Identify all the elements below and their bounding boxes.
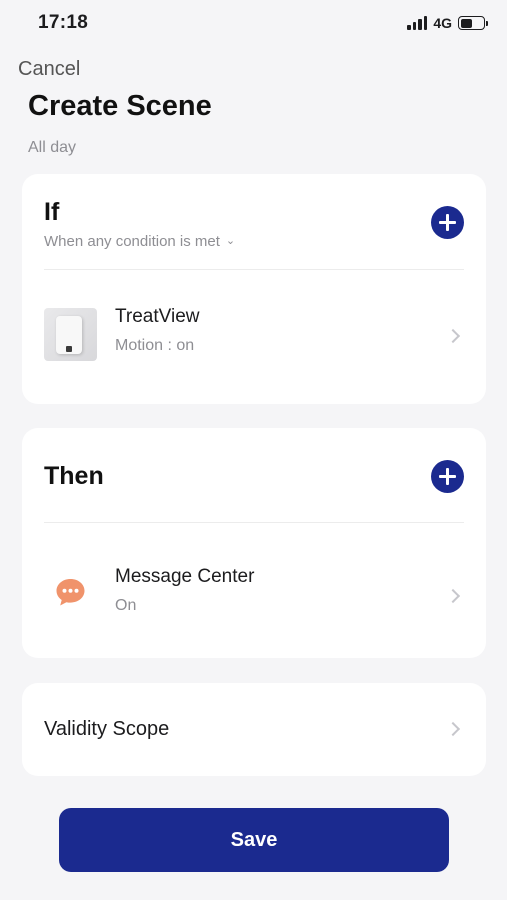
- chevron-down-icon: ⌄: [225, 235, 236, 247]
- validity-scope-label: Validity Scope: [44, 718, 170, 740]
- status-indicators: 4G: [407, 14, 488, 32]
- if-heading: If: [44, 198, 60, 226]
- divider: [44, 269, 464, 270]
- divider: [44, 522, 464, 523]
- action-name: Message Center: [115, 566, 255, 587]
- add-condition-button[interactable]: [431, 206, 464, 239]
- if-card: If When any condition is met ⌄ TreatView…: [22, 174, 486, 404]
- condition-item[interactable]: TreatView Motion : on: [22, 294, 486, 374]
- status-bar: 17:18 4G: [0, 0, 507, 46]
- then-heading: Then: [44, 462, 104, 490]
- add-action-button[interactable]: [431, 460, 464, 493]
- chevron-right-icon: [445, 588, 461, 604]
- device-thumbnail-icon: [44, 308, 97, 361]
- action-item[interactable]: Message Center On: [22, 556, 486, 636]
- signal-icon: [407, 16, 428, 30]
- page-title: Create Scene: [28, 90, 212, 122]
- network-type: 4G: [433, 15, 452, 31]
- schedule-subtitle[interactable]: All day: [28, 139, 76, 157]
- validity-scope-row[interactable]: Validity Scope: [22, 683, 486, 776]
- chevron-right-icon: [445, 328, 461, 344]
- condition-mode-dropdown[interactable]: When any condition is met ⌄: [44, 233, 235, 250]
- save-button[interactable]: Save: [59, 808, 449, 872]
- then-card: Then Message Center On: [22, 428, 486, 658]
- condition-state: Motion : on: [115, 337, 195, 354]
- battery-fill: [460, 18, 472, 28]
- battery-icon: [458, 16, 488, 30]
- chat-bubble-icon: [56, 579, 85, 606]
- condition-device-name: TreatView: [115, 306, 200, 327]
- cancel-button[interactable]: Cancel: [18, 58, 80, 81]
- chevron-right-icon: [445, 721, 461, 737]
- status-time: 17:18: [38, 12, 89, 33]
- action-state: On: [115, 597, 137, 614]
- condition-mode-label: When any condition is met: [44, 233, 220, 250]
